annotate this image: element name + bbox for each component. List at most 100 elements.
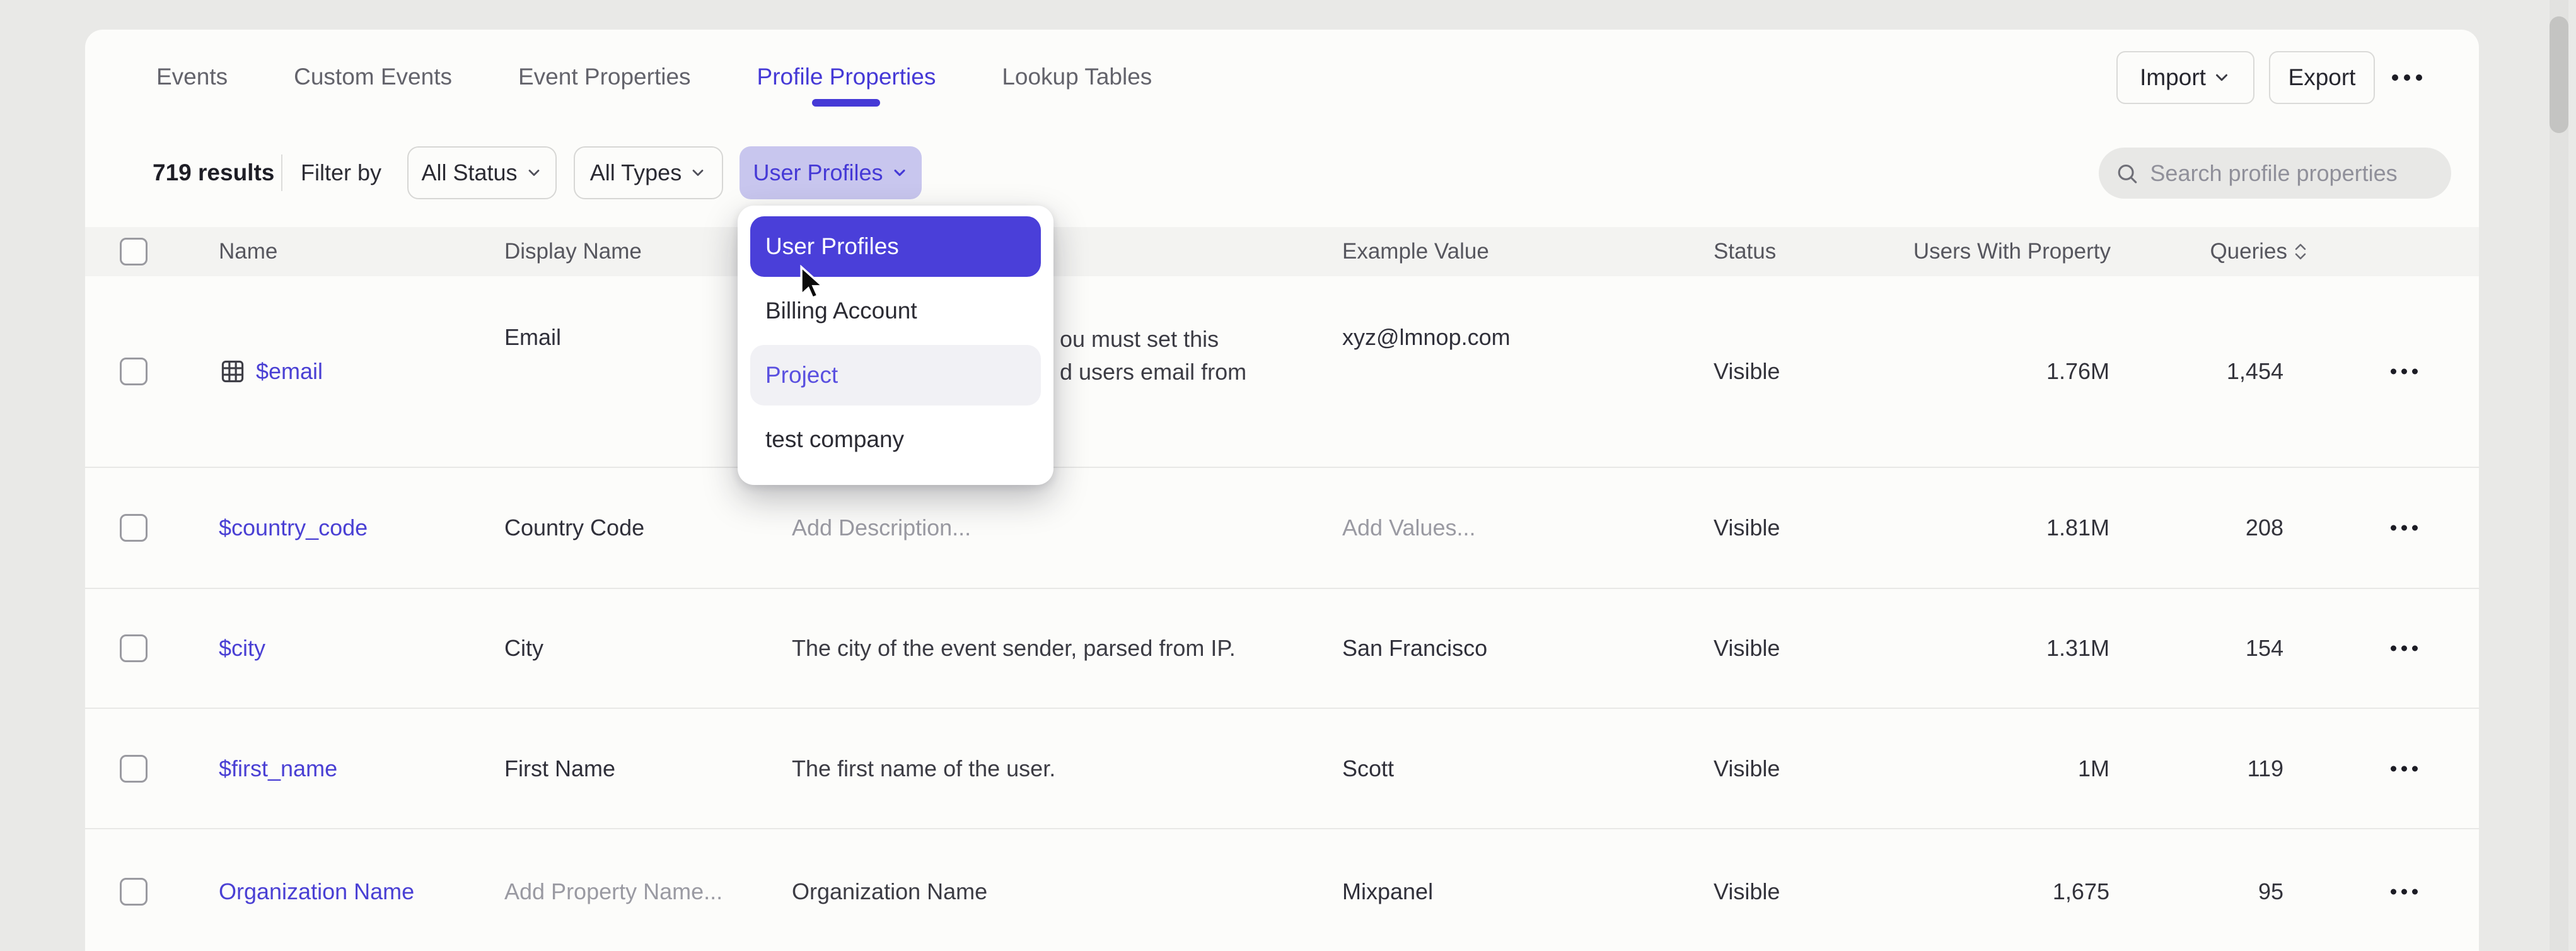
more-options-button[interactable] xyxy=(2372,51,2442,104)
import-button-label: Import xyxy=(2140,64,2206,91)
profile-type-filter-label: User Profiles xyxy=(753,160,883,186)
queries-value: 119 xyxy=(2248,756,2283,782)
search-input[interactable] xyxy=(2150,160,2435,187)
table-body: $email Email ou must set thisd users ema… xyxy=(85,276,2479,951)
type-filter-dropdown[interactable]: All Types xyxy=(574,146,723,199)
sort-icon xyxy=(2292,241,2309,262)
mouse-cursor-icon xyxy=(799,265,825,300)
ellipsis-icon xyxy=(2391,646,2396,651)
example-value-cell[interactable]: Add Values... xyxy=(1342,515,1475,541)
profile-properties-page: EventsCustom EventsEvent PropertiesProfi… xyxy=(0,0,2576,951)
example-value-cell[interactable]: San Francisco xyxy=(1342,635,1487,662)
row-checkbox[interactable] xyxy=(120,358,148,385)
import-button[interactable]: Import xyxy=(2116,51,2254,104)
export-button-label: Export xyxy=(2289,64,2356,91)
divider xyxy=(281,155,282,191)
column-header-display-name[interactable]: Display Name xyxy=(504,239,642,264)
description-cell[interactable]: The first name of the user. xyxy=(792,756,1055,782)
queries-value: 154 xyxy=(2246,635,2283,662)
scrollbar-thumb[interactable] xyxy=(2550,16,2568,133)
ellipsis-icon xyxy=(2391,369,2396,375)
chevron-down-icon xyxy=(689,164,707,182)
example-value-cell[interactable]: xyz@lmnop.com xyxy=(1342,324,1511,351)
property-name-link[interactable]: $first_name xyxy=(219,756,337,782)
dropdown-item-billing-account[interactable]: Billing Account xyxy=(750,281,1041,341)
property-name-link[interactable]: $email xyxy=(219,358,323,385)
ellipsis-icon xyxy=(2392,74,2398,81)
chevron-down-icon xyxy=(525,164,543,182)
queries-value: 95 xyxy=(2258,878,2283,905)
column-header-name[interactable]: Name xyxy=(219,239,277,264)
column-header-users-with-property[interactable]: Users With Property xyxy=(1913,239,2111,264)
ellipsis-icon xyxy=(2391,766,2396,771)
profile-type-dropdown-menu: User ProfilesBilling AccountProjecttest … xyxy=(738,206,1053,485)
table-row: $email Email ou must set thisd users ema… xyxy=(85,276,2479,467)
status-text: Visible xyxy=(1714,756,1780,782)
example-value-cell[interactable]: Scott xyxy=(1342,756,1394,782)
content-card: EventsCustom EventsEvent PropertiesProfi… xyxy=(85,30,2479,951)
table-row: $country_code Country Code Add Descripti… xyxy=(85,467,2479,588)
table-header: Name Display Name Example Value Status U… xyxy=(85,227,2479,276)
row-checkbox[interactable] xyxy=(120,755,148,783)
display-name-cell[interactable]: Email xyxy=(504,324,561,351)
search-box xyxy=(2099,148,2451,199)
row-more-button[interactable] xyxy=(2381,766,2427,771)
row-more-button[interactable] xyxy=(2381,889,2427,895)
queries-header-label: Queries xyxy=(2210,239,2287,264)
ellipsis-icon xyxy=(2391,525,2396,531)
ellipsis-icon xyxy=(2391,889,2396,895)
status-text: Visible xyxy=(1714,635,1780,662)
users-with-property-value: 1.76M xyxy=(2046,358,2109,385)
scrollbar-track[interactable] xyxy=(2550,0,2568,951)
users-with-property-value: 1.81M xyxy=(2046,515,2109,541)
table-grid-icon xyxy=(219,358,247,385)
display-name-cell[interactable]: Add Property Name... xyxy=(504,878,722,905)
description-cell[interactable]: Add Description... xyxy=(792,515,971,541)
property-name-text: $first_name xyxy=(219,756,337,782)
property-name-link[interactable]: $city xyxy=(219,635,265,662)
search-icon xyxy=(2115,160,2138,187)
description-cell[interactable]: The city of the event sender, parsed fro… xyxy=(792,635,1236,662)
display-name-cell[interactable]: City xyxy=(504,635,543,662)
row-checkbox[interactable] xyxy=(120,634,148,662)
row-more-button[interactable] xyxy=(2381,369,2427,375)
dropdown-item-user-profiles[interactable]: User Profiles xyxy=(750,216,1041,277)
column-header-example-value[interactable]: Example Value xyxy=(1342,239,1489,264)
users-with-property-value: 1.31M xyxy=(2046,635,2109,662)
property-name-text: Organization Name xyxy=(219,878,414,905)
property-name-text: $city xyxy=(219,635,265,662)
row-checkbox[interactable] xyxy=(120,878,148,906)
results-count: 719 results xyxy=(153,160,274,186)
display-name-cell[interactable]: First Name xyxy=(504,756,615,782)
chevron-down-icon xyxy=(2212,68,2231,87)
table-row: Organization Name Add Property Name... O… xyxy=(85,828,2479,951)
dropdown-item-test-company[interactable]: test company xyxy=(750,409,1041,470)
profile-type-filter-dropdown[interactable]: User Profiles xyxy=(740,146,922,199)
property-name-link[interactable]: $country_code xyxy=(219,515,368,541)
property-name-text: $email xyxy=(256,358,323,385)
row-checkbox[interactable] xyxy=(120,514,148,542)
select-all-checkbox[interactable] xyxy=(120,238,148,265)
row-more-button[interactable] xyxy=(2381,525,2427,531)
description-cell[interactable]: ou must set thisd users email from xyxy=(1060,323,1246,388)
column-header-queries[interactable]: Queries xyxy=(2210,239,2311,264)
status-text: Visible xyxy=(1714,515,1780,541)
export-button[interactable]: Export xyxy=(2269,51,2375,104)
status-filter-dropdown[interactable]: All Status xyxy=(407,146,557,199)
description-fragment-line: d users email from xyxy=(1060,356,1246,388)
property-name-link[interactable]: Organization Name xyxy=(219,878,414,905)
top-toolbar: Import Export xyxy=(85,30,2479,124)
status-text: Visible xyxy=(1714,878,1780,905)
description-cell[interactable]: Organization Name xyxy=(792,878,987,905)
row-more-button[interactable] xyxy=(2381,646,2427,651)
table-row: $first_name First Name The first name of… xyxy=(85,708,2479,828)
filter-by-label: Filter by xyxy=(301,160,381,186)
description-fragment-line: ou must set this xyxy=(1060,323,1246,356)
column-header-status[interactable]: Status xyxy=(1714,239,1776,264)
dropdown-item-project[interactable]: Project xyxy=(750,345,1041,405)
example-value-cell[interactable]: Mixpanel xyxy=(1342,878,1433,905)
status-filter-label: All Status xyxy=(421,160,517,186)
chevron-down-icon xyxy=(891,164,908,182)
table-row: $city City The city of the event sender,… xyxy=(85,588,2479,708)
display-name-cell[interactable]: Country Code xyxy=(504,515,644,541)
